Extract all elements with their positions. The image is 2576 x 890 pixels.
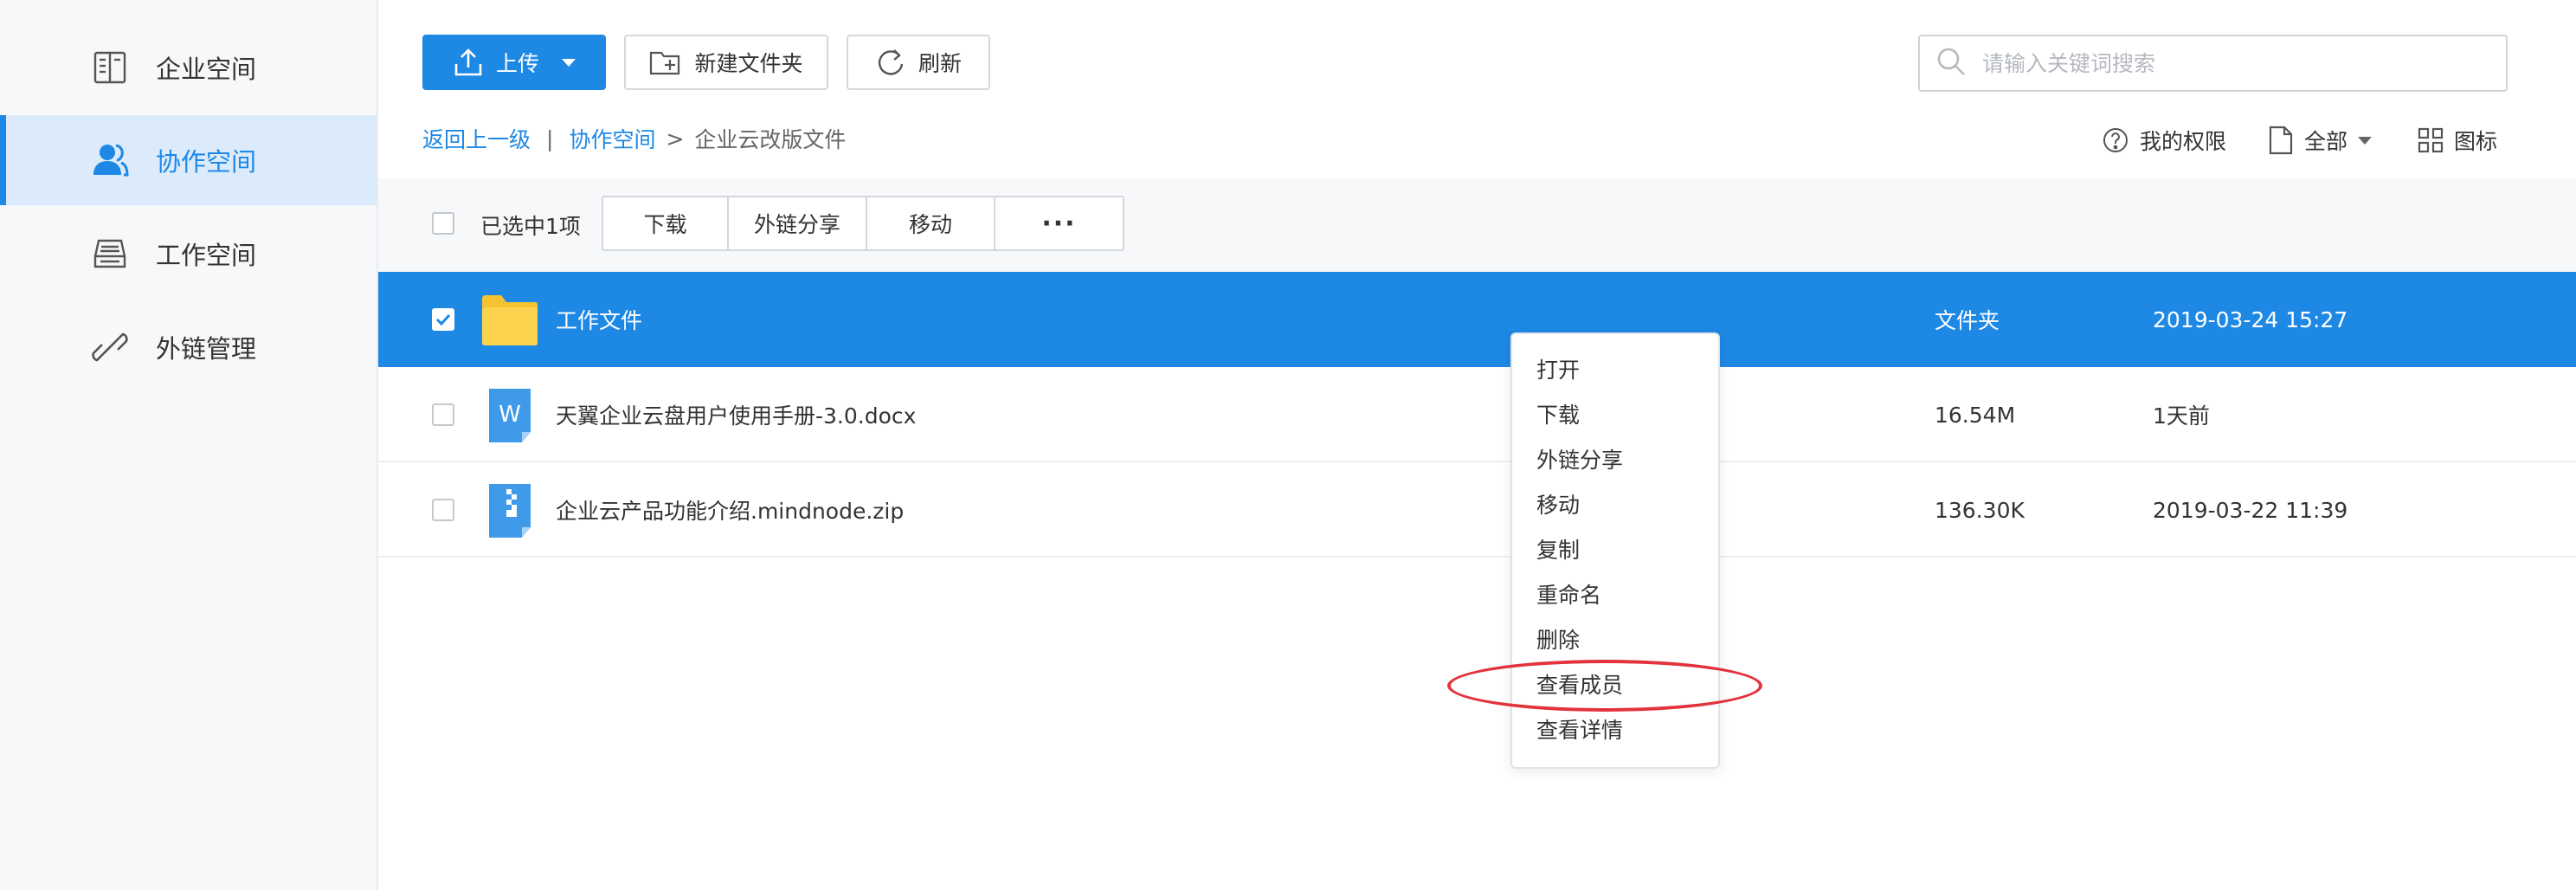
batch-actions: 下载 外链分享 移动 ··· <box>602 196 1124 251</box>
batch-download-button[interactable]: 下载 <box>603 197 729 249</box>
folder-plus-icon <box>649 48 682 77</box>
search-icon <box>1935 46 1967 81</box>
menu-item-view-details[interactable]: 查看详情 <box>1512 706 1718 751</box>
sidebar-item-label: 协作空间 <box>156 147 257 177</box>
filter-dropdown[interactable]: 全部 <box>2268 123 2373 158</box>
chevron-down-icon <box>2358 136 2373 145</box>
filter-label: 全部 <box>2304 129 2348 154</box>
breadcrumb-separator: | <box>546 126 554 152</box>
my-permissions-label: 我的权限 <box>2140 129 2227 154</box>
menu-item-move[interactable]: 移动 <box>1512 481 1718 526</box>
file-size: 16.54M <box>1935 402 2016 428</box>
view-mode-button[interactable]: 图标 <box>2418 123 2497 158</box>
sidebar-item-label: 工作空间 <box>156 241 257 270</box>
search-box[interactable] <box>1918 35 2508 92</box>
menu-item-view-members[interactable]: 查看成员 <box>1512 661 1718 706</box>
refresh-icon <box>875 47 906 78</box>
sidebar-item-link-management[interactable]: 外链管理 <box>0 302 377 392</box>
upload-icon <box>453 47 484 78</box>
batch-move-button[interactable]: 移动 <box>867 197 995 249</box>
menu-item-open[interactable]: 打开 <box>1512 346 1718 391</box>
inbox-tray-icon <box>90 234 130 274</box>
more-actions-button[interactable]: ··· <box>995 197 1123 249</box>
menu-item-download[interactable]: 下载 <box>1512 391 1718 436</box>
new-folder-label: 新建文件夹 <box>694 51 803 76</box>
chevron-down-icon[interactable] <box>562 58 576 67</box>
users-icon <box>90 140 130 180</box>
refresh-button[interactable]: 刷新 <box>847 35 990 90</box>
select-all-checkbox[interactable] <box>432 212 454 235</box>
word-doc-letter: W <box>499 402 521 428</box>
row-checkbox[interactable] <box>432 499 454 521</box>
breadcrumb: 返回上一级 | 协作空间 > 企业云改版文件 <box>422 121 846 156</box>
menu-item-copy[interactable]: 复制 <box>1512 526 1718 571</box>
refresh-label: 刷新 <box>918 51 962 76</box>
table-row[interactable]: 企业云产品功能介绍.mindnode.zip 136.30K 2019-03-2… <box>378 462 2576 558</box>
file-name[interactable]: 天翼企业云盘用户使用手册-3.0.docx <box>556 367 916 462</box>
menu-item-delete[interactable]: 删除 <box>1512 616 1718 661</box>
file-type: 文件夹 <box>1935 308 2000 333</box>
zip-file-icon <box>480 484 539 538</box>
sidebar: 企业空间 协作空间 工作空间 外链管理 <box>0 0 378 890</box>
file-icon <box>2268 126 2304 155</box>
breadcrumb-space-link[interactable]: 协作空间 <box>569 123 655 154</box>
building-icon <box>90 48 130 87</box>
sidebar-item-enterprise-space[interactable]: 企业空间 <box>0 23 377 113</box>
word-doc-icon: W <box>480 389 539 442</box>
upload-button[interactable]: 上传 <box>422 35 606 90</box>
grid-icon <box>2418 127 2454 153</box>
context-menu: 打开 下载 外链分享 移动 复制 重命名 删除 查看成员 查看详情 <box>1510 332 1720 769</box>
my-permissions-button[interactable]: 我的权限 <box>2102 123 2226 158</box>
file-date: 2019-03-24 15:27 <box>2153 306 2348 332</box>
sidebar-item-label: 企业空间 <box>156 55 257 84</box>
upload-label: 上传 <box>495 51 539 76</box>
menu-item-rename[interactable]: 重命名 <box>1512 571 1718 616</box>
search-input[interactable] <box>1980 49 2469 77</box>
row-checkbox[interactable] <box>432 308 454 331</box>
file-size: 136.30K <box>1935 497 2025 523</box>
sidebar-item-collaboration-space[interactable]: 协作空间 <box>0 115 377 205</box>
selected-count: 已选中1项 <box>480 214 581 239</box>
link-icon <box>90 327 130 367</box>
row-checkbox[interactable] <box>432 403 454 426</box>
batch-share-link-button[interactable]: 外链分享 <box>729 197 867 249</box>
file-date: 1天前 <box>2153 403 2210 429</box>
table-row[interactable]: W 天翼企业云盘用户使用手册-3.0.docx 16.54M 1天前 <box>378 367 2576 462</box>
folder-icon <box>480 293 539 347</box>
breadcrumb-current: 企业云改版文件 <box>694 127 847 152</box>
view-mode-label: 图标 <box>2454 129 2498 154</box>
menu-item-share-link[interactable]: 外链分享 <box>1512 436 1718 481</box>
file-name[interactable]: 企业云产品功能介绍.mindnode.zip <box>556 462 904 558</box>
new-folder-button[interactable]: 新建文件夹 <box>624 35 828 90</box>
file-name[interactable]: 工作文件 <box>556 272 642 367</box>
sidebar-item-work-space[interactable]: 工作空间 <box>0 209 377 299</box>
check-icon <box>435 313 451 326</box>
breadcrumb-arrow: > <box>666 126 685 152</box>
question-circle-icon <box>2102 126 2140 154</box>
table-row[interactable]: 工作文件 文件夹 2019-03-24 15:27 <box>378 272 2576 367</box>
file-date: 2019-03-22 11:39 <box>2153 497 2348 523</box>
sidebar-item-label: 外链管理 <box>156 334 257 364</box>
breadcrumb-back-link[interactable]: 返回上一级 <box>422 123 531 154</box>
